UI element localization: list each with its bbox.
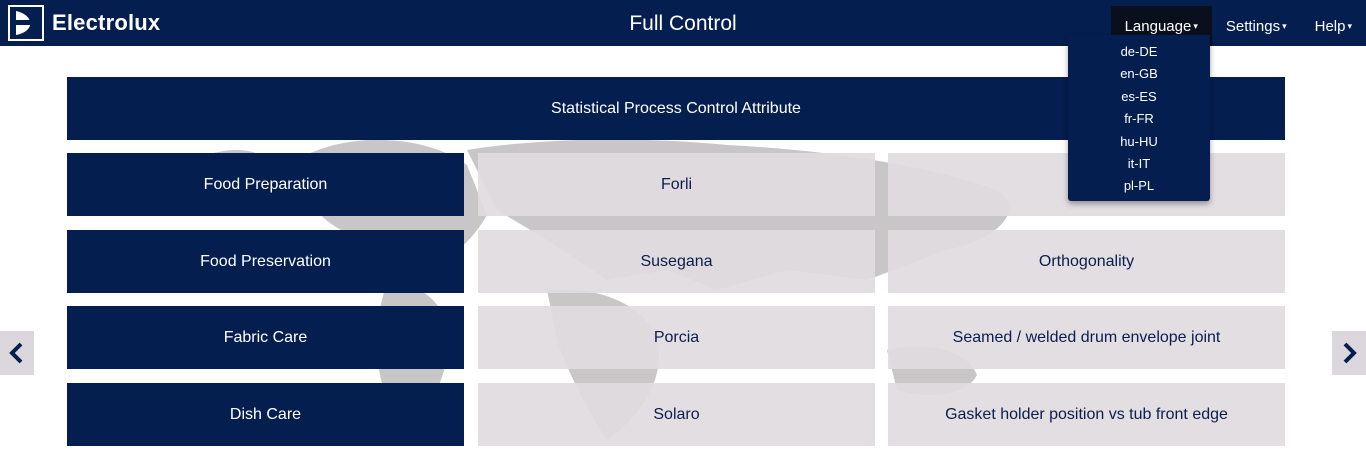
language-label: Language (1124, 17, 1192, 35)
category-tile-dish-care[interactable]: Dish Care (67, 383, 464, 446)
chevron-left-icon (9, 342, 23, 364)
settings-label: Settings (1225, 17, 1281, 35)
language-option-pl-pl[interactable]: pl-PL (1068, 175, 1210, 197)
language-option-en-gb[interactable]: en-GB (1068, 63, 1210, 85)
language-option-it-it[interactable]: it-IT (1068, 153, 1210, 175)
language-option-es-es[interactable]: es-ES (1068, 86, 1210, 108)
caret-down-icon: ▾ (1193, 20, 1198, 31)
category-tile-food-preparation[interactable]: Food Preparation (67, 153, 464, 216)
language-option-de-de[interactable]: de-DE (1068, 41, 1210, 63)
language-option-hu-hu[interactable]: hu-HU (1068, 131, 1210, 153)
caret-down-icon: ▾ (1347, 20, 1352, 31)
settings-menu-button[interactable]: Settings ▾ (1212, 6, 1301, 46)
previous-button[interactable] (0, 331, 34, 375)
category-tile-fabric-care[interactable]: Fabric Care (67, 306, 464, 369)
help-label: Help (1314, 17, 1346, 35)
caret-down-icon: ▾ (1282, 20, 1287, 31)
language-dropdown: de-DE en-GB es-ES fr-FR hu-HU it-IT pl-P… (1068, 35, 1210, 201)
attribute-tile-orthogonality[interactable]: Orthogonality (888, 230, 1285, 293)
site-tile-solaro[interactable]: Solaro (478, 383, 875, 446)
site-tile-porcia[interactable]: Porcia (478, 306, 875, 369)
attribute-tile-gasket-holder[interactable]: Gasket holder position vs tub front edge (888, 383, 1285, 446)
language-option-fr-fr[interactable]: fr-FR (1068, 108, 1210, 130)
site-tile-forli[interactable]: Forli (478, 153, 875, 216)
chevron-right-icon (1343, 342, 1357, 364)
site-tile-susegana[interactable]: Susegana (478, 230, 875, 293)
next-button[interactable] (1332, 331, 1366, 375)
category-tile-food-preservation[interactable]: Food Preservation (67, 230, 464, 293)
attribute-tile-drum-joint[interactable]: Seamed / welded drum envelope joint (888, 306, 1285, 369)
help-menu-button[interactable]: Help ▾ (1301, 6, 1366, 46)
